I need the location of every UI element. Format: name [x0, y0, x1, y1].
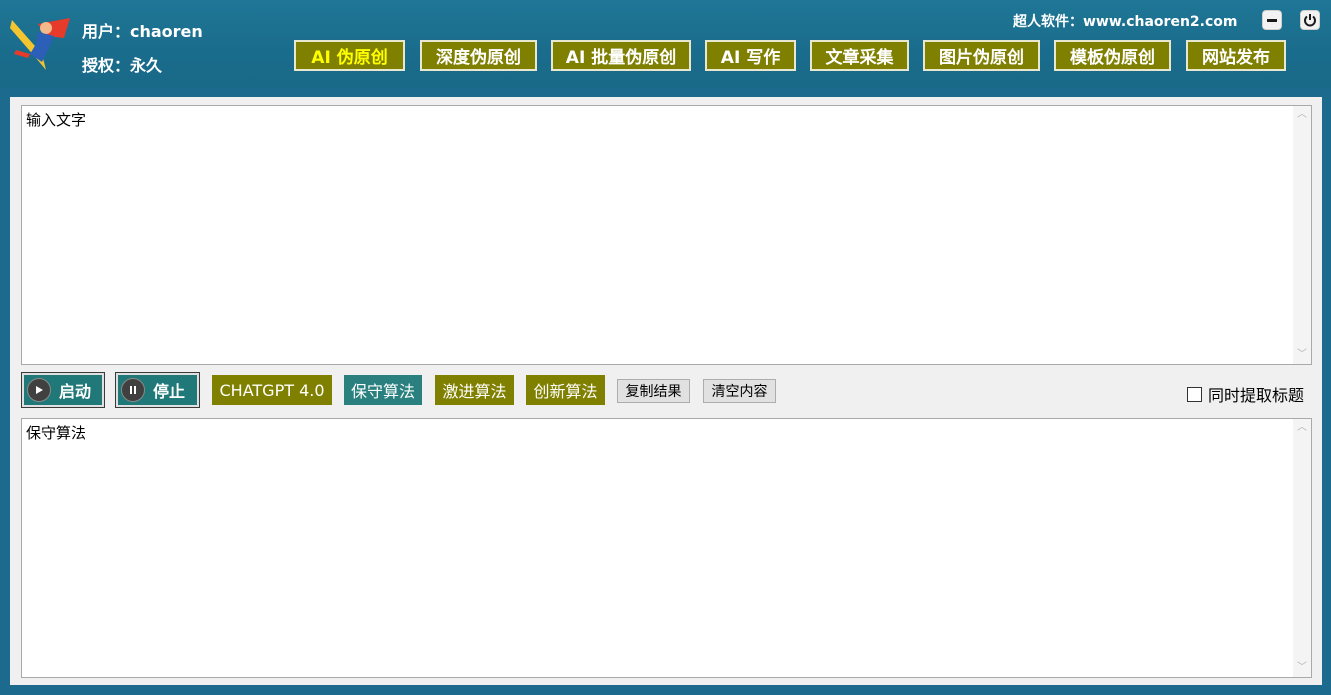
input-scrollbar[interactable]: ︿ ﹀	[1293, 106, 1311, 364]
stop-label: 停止	[153, 382, 186, 401]
checkbox-box[interactable]	[1187, 386, 1202, 402]
start-button[interactable]: 启动	[21, 372, 105, 408]
input-textarea[interactable]: 输入文字 ︿ ﹀	[21, 105, 1312, 365]
scroll-down-icon[interactable]: ﹀	[1297, 663, 1307, 673]
nav-deep-rewrite[interactable]: 深度伪原创	[420, 40, 537, 71]
minimize-icon[interactable]	[1262, 10, 1282, 30]
input-text: 输入文字	[26, 111, 87, 129]
power-icon[interactable]	[1300, 10, 1320, 30]
nav-image-rewrite[interactable]: 图片伪原创	[923, 40, 1040, 71]
output-text: 保守算法	[26, 424, 87, 442]
nav-ai-batch-rewrite[interactable]: AI 批量伪原创	[551, 40, 691, 71]
nav-ai-rewrite[interactable]: AI 伪原创	[294, 40, 405, 71]
algo-conservative-button[interactable]: 保守算法	[344, 375, 422, 405]
scroll-up-icon[interactable]: ︿	[1297, 110, 1307, 120]
nav-template-rewrite[interactable]: 模板伪原创	[1054, 40, 1171, 71]
clear-content-button[interactable]: 清空内容	[703, 379, 776, 403]
start-label: 启动	[59, 382, 92, 401]
extract-title-label: 同时提取标题	[1208, 386, 1305, 405]
scroll-down-icon[interactable]: ﹀	[1297, 350, 1307, 360]
output-textarea[interactable]: 保守算法 ︿ ﹀	[21, 418, 1312, 678]
site-label: 超人软件：www.chaoren2.com	[1013, 14, 1238, 30]
superman-logo-icon	[8, 14, 72, 74]
model-selector[interactable]: CHATGPT 4.0	[212, 375, 332, 405]
play-icon	[27, 378, 51, 402]
stop-button[interactable]: 停止	[115, 372, 200, 408]
nav-ai-writing[interactable]: AI 写作	[705, 40, 796, 71]
nav-article-collect[interactable]: 文章采集	[810, 40, 909, 71]
algo-innovative-button[interactable]: 创新算法	[526, 375, 605, 405]
scroll-up-icon[interactable]: ︿	[1297, 423, 1307, 433]
pause-icon	[121, 378, 145, 402]
nav-site-publish[interactable]: 网站发布	[1186, 40, 1286, 71]
header: 用户：chaoren 授权：永久 超人软件：www.chaoren2.com A…	[0, 0, 1331, 88]
user-label: 用户：chaoren	[82, 22, 203, 41]
algo-aggressive-button[interactable]: 激进算法	[435, 375, 514, 405]
output-scrollbar[interactable]: ︿ ﹀	[1293, 419, 1311, 677]
extract-title-checkbox[interactable]: 同时提取标题	[1187, 382, 1304, 406]
main-panel: 输入文字 ︿ ﹀ 启动 停止 CHATGPT 4.0 保守算法 激进算法 创新算…	[10, 97, 1322, 685]
copy-result-button[interactable]: 复制结果	[617, 379, 690, 403]
license-label: 授权：永久	[82, 56, 163, 75]
